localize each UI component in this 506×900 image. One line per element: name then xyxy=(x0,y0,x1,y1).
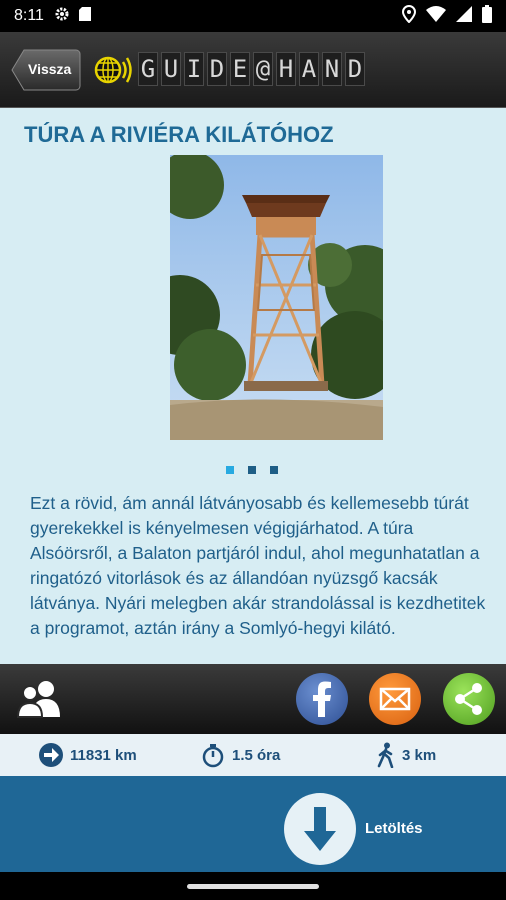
email-share-button[interactable] xyxy=(369,673,421,725)
signal-icon xyxy=(456,5,472,27)
share-icon xyxy=(455,683,482,715)
distance-stat: 11831 km xyxy=(38,742,137,768)
globe-sound-icon xyxy=(94,52,134,93)
envelope-icon xyxy=(379,687,411,711)
logo-letter: @ xyxy=(253,52,273,86)
logo-letter: I xyxy=(184,52,204,86)
share-button[interactable] xyxy=(443,673,495,725)
status-time: 8:11 xyxy=(14,7,44,24)
app-logo-text: G U I D E @ H A N D xyxy=(138,52,365,86)
download-button[interactable] xyxy=(284,793,356,865)
download-bar: Letöltés xyxy=(0,776,506,872)
logo-letter: U xyxy=(161,52,181,86)
gear-icon xyxy=(54,6,70,27)
carousel-dot[interactable] xyxy=(226,466,234,474)
carousel-dot[interactable] xyxy=(248,466,256,474)
people-icon[interactable] xyxy=(16,679,64,724)
tour-description: Ezt a rövid, ám annál látványosabb és ke… xyxy=(30,493,486,638)
logo-letter: H xyxy=(276,52,296,86)
battery-icon xyxy=(482,4,492,28)
length-stat: 3 km xyxy=(376,742,436,768)
walking-person-icon xyxy=(377,742,394,768)
tour-content[interactable]: TÚRA A RIVIÉRA KILÁTÓHOZ Ezt a rövid, ám… xyxy=(0,108,506,664)
facebook-icon xyxy=(313,681,331,717)
carousel-indicator[interactable] xyxy=(226,466,278,474)
sd-card-icon xyxy=(78,6,92,27)
lookout-tower-photo[interactable] xyxy=(170,155,383,440)
back-button[interactable]: Vissza xyxy=(10,48,82,92)
page-title: TÚRA A RIVIÉRA KILÁTÓHOZ xyxy=(24,122,334,147)
arrow-down-icon xyxy=(304,807,336,851)
length-value: 3 km xyxy=(402,746,437,764)
wifi-icon xyxy=(426,5,446,27)
logo-letter: A xyxy=(299,52,319,86)
arrow-right-circle-icon xyxy=(39,743,63,767)
location-icon xyxy=(401,4,417,28)
carousel-dot[interactable] xyxy=(270,466,278,474)
status-bar: 8:11 xyxy=(0,0,506,32)
social-bar xyxy=(0,664,506,734)
logo-letter: D xyxy=(207,52,227,86)
home-indicator[interactable] xyxy=(187,884,319,889)
stopwatch-icon xyxy=(202,744,224,768)
tour-stats-bar: 11831 km 1.5 óra 3 km xyxy=(0,734,506,776)
app-header: Vissza G U I D E @ H A N D xyxy=(0,32,506,108)
system-nav-bar xyxy=(0,872,506,900)
logo-letter: D xyxy=(345,52,365,86)
duration-stat: 1.5 óra xyxy=(200,742,280,768)
logo-letter: G xyxy=(138,52,158,86)
distance-value: 11831 km xyxy=(70,746,137,764)
duration-value: 1.5 óra xyxy=(232,746,281,764)
logo-letter: N xyxy=(322,52,342,86)
back-label: Vissza xyxy=(28,61,72,77)
logo-letter: E xyxy=(230,52,250,86)
download-label[interactable]: Letöltés xyxy=(365,820,423,837)
facebook-share-button[interactable] xyxy=(296,673,348,725)
